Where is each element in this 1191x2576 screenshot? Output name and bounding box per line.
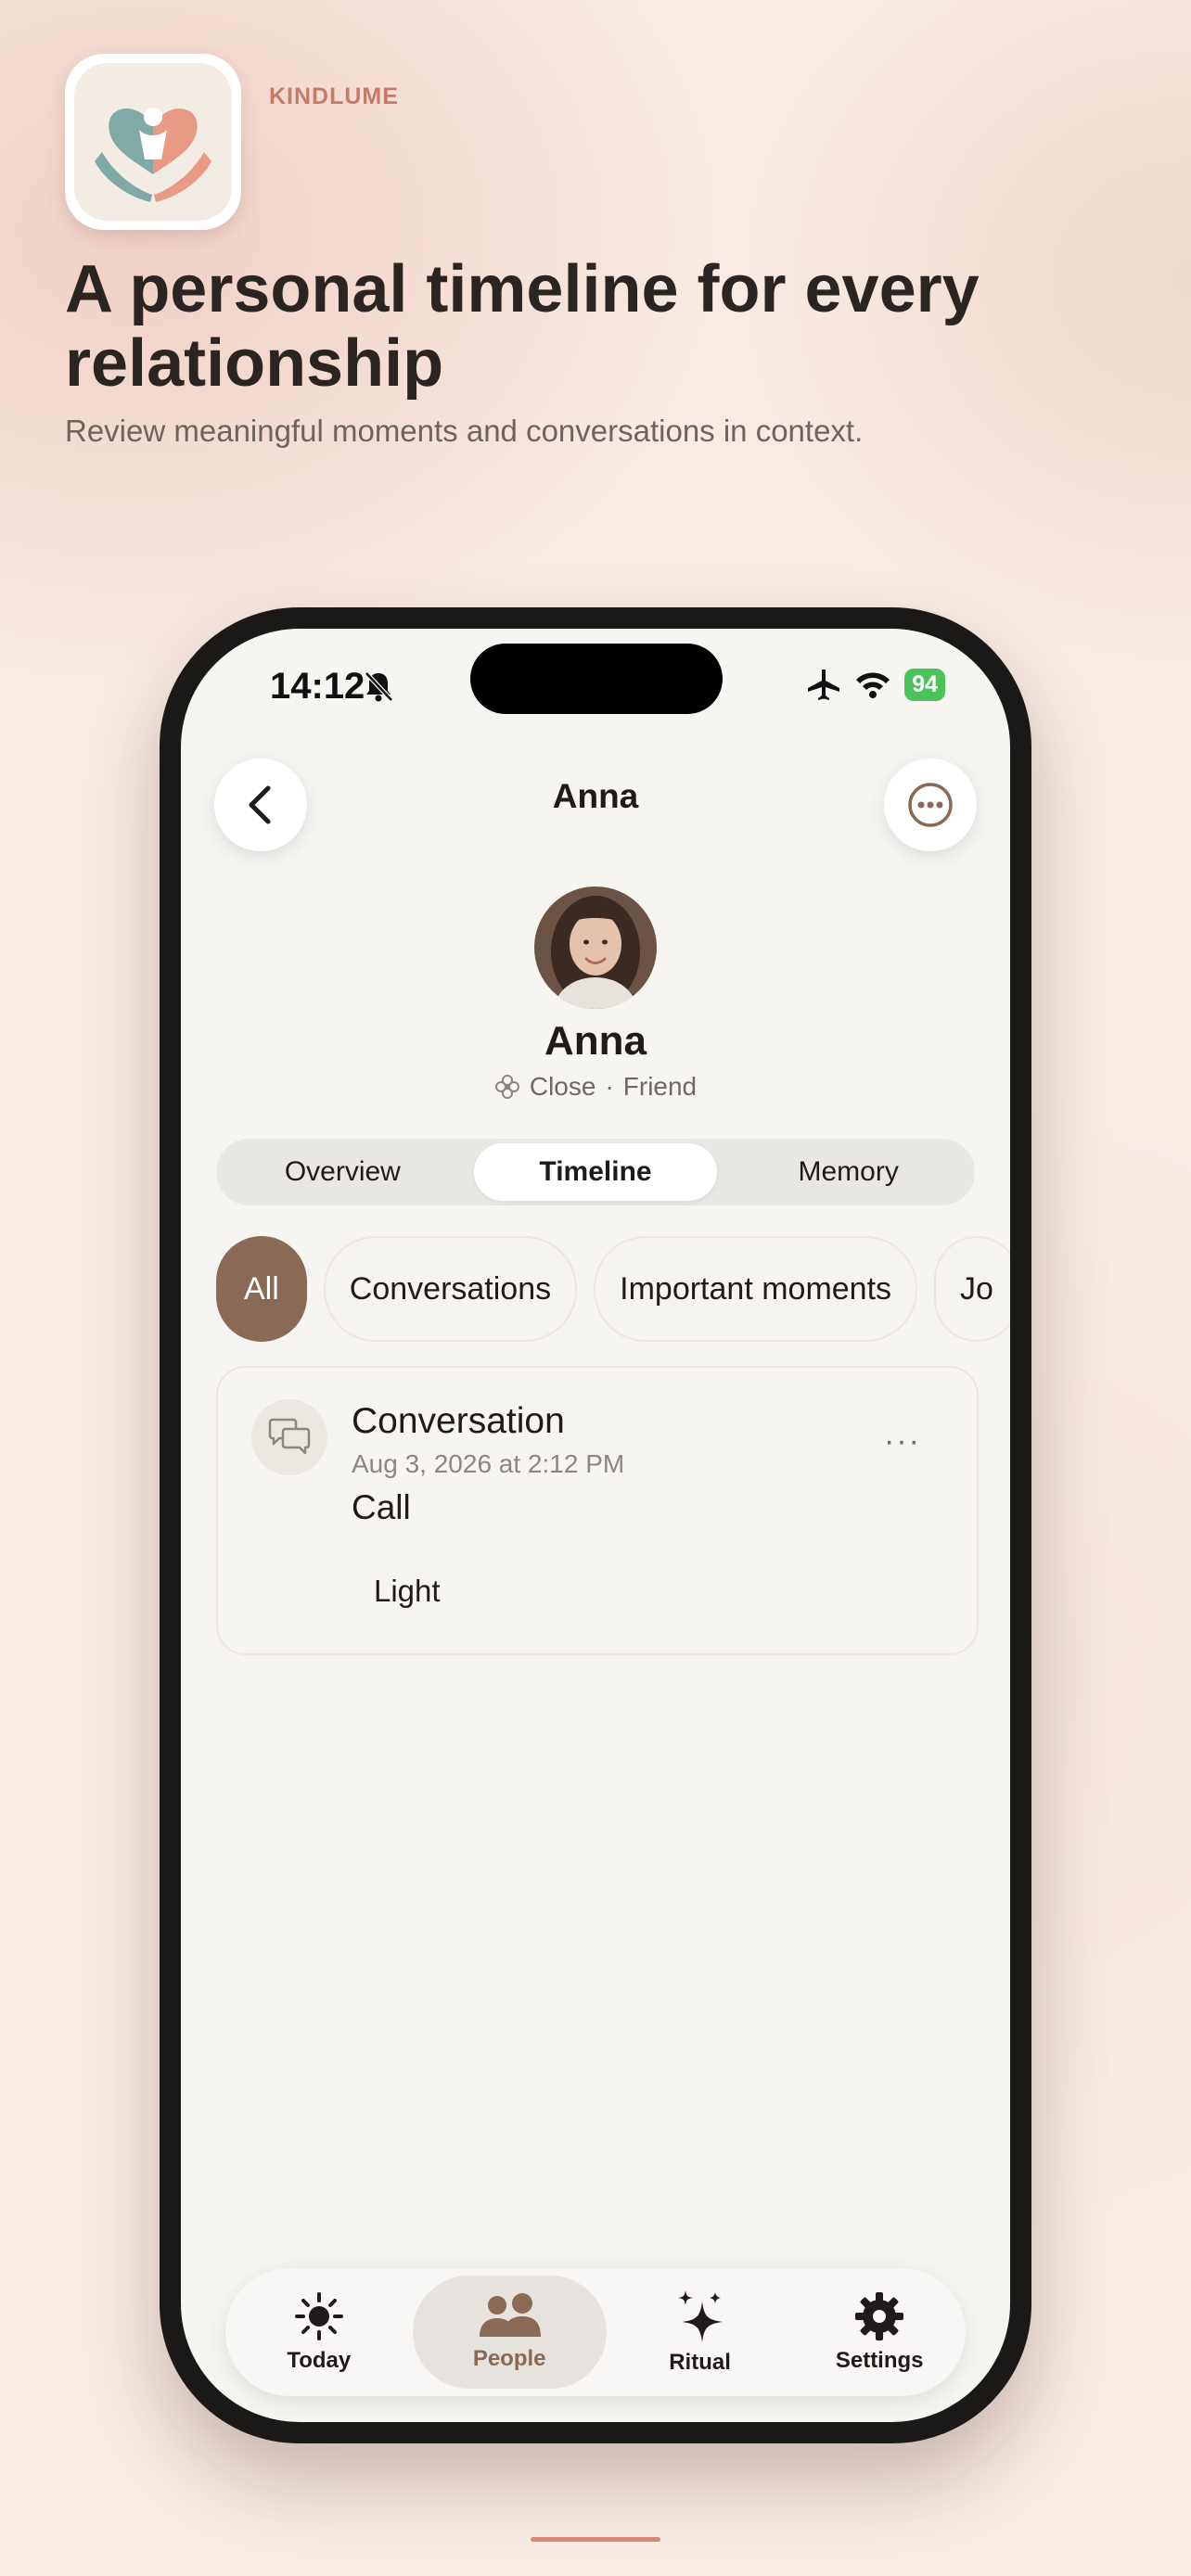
gear-icon [855,2292,904,2340]
person-name: Anna [544,1018,647,1064]
tab-ritual-label: Ritual [669,2350,731,2375]
entry-title: Conversation [352,1401,565,1441]
tab-ritual[interactable]: Ritual [614,2276,787,2389]
airplane-icon [808,670,840,700]
conversation-bubbles-icon [251,1399,327,1475]
flower-icon [494,1075,519,1099]
relationship-meta: Close · Friend [181,1072,1010,1102]
phone-screen: 14:12 94 Anna Anna Close · Friend Overvi… [181,629,1010,2422]
tab-settings[interactable]: Settings [793,2276,966,2389]
people-icon [480,2293,542,2337]
closeness-label: Close [529,1072,596,1101]
entry-more-button[interactable]: ··· [884,1423,921,1460]
tab-settings-label: Settings [835,2348,924,2373]
entry-type: Call [352,1488,411,1526]
tab-overview[interactable]: Overview [221,1143,465,1201]
tab-people-label: People [472,2346,546,2371]
filter-chip-all[interactable]: All [216,1236,307,1342]
dynamic-island [470,644,723,714]
filter-chip-important-moments[interactable]: Important moments [594,1236,918,1342]
battery-indicator: 94 [904,668,945,701]
subheadline: Review meaningful moments and conversati… [65,414,864,448]
more-options-button[interactable] [884,759,977,851]
sparkle-icon [677,2290,723,2342]
profile-segmented-control: Overview Timeline Memory [216,1139,975,1205]
wifi-icon [856,672,890,698]
app-icon [65,54,241,230]
ellipsis-circle-icon [908,783,953,827]
filter-chip-conversations[interactable]: Conversations [323,1236,578,1342]
status-icons: 94 [806,668,945,701]
tab-memory[interactable]: Memory [726,1143,970,1201]
heart-hands-logo-icon [95,108,211,202]
sun-icon [294,2292,343,2340]
home-indicator [531,2537,660,2542]
tab-today-label: Today [287,2348,352,2373]
brand-name: KINDLUME [269,83,399,109]
entry-date: Aug 3, 2026 at 2:12 PM [352,1449,625,1478]
tab-people[interactable]: People [412,2276,607,2389]
status-time: 14:12 [270,666,365,707]
phone-frame: 14:12 94 Anna Anna Close · Friend Overvi… [160,607,1031,2443]
meta-separator: · [605,1072,614,1101]
relation-label: Friend [622,1072,698,1101]
entry-tag: Light [374,1574,441,1608]
tab-today[interactable]: Today [233,2276,405,2389]
filter-chip-partial[interactable]: Jo [934,1236,1010,1342]
bottom-tab-bar: Today People Ritual Settings [225,2268,966,2396]
filter-chips: All Conversations Important moments Jo [216,1236,1010,1342]
headline: A personal timeline for every relationsh… [65,252,980,401]
tab-timeline[interactable]: Timeline [473,1143,718,1201]
bell-slash-icon [365,671,393,702]
avatar [534,886,657,1009]
timeline-entry-card[interactable]: Conversation Aug 3, 2026 at 2:12 PM ··· … [216,1366,979,1655]
